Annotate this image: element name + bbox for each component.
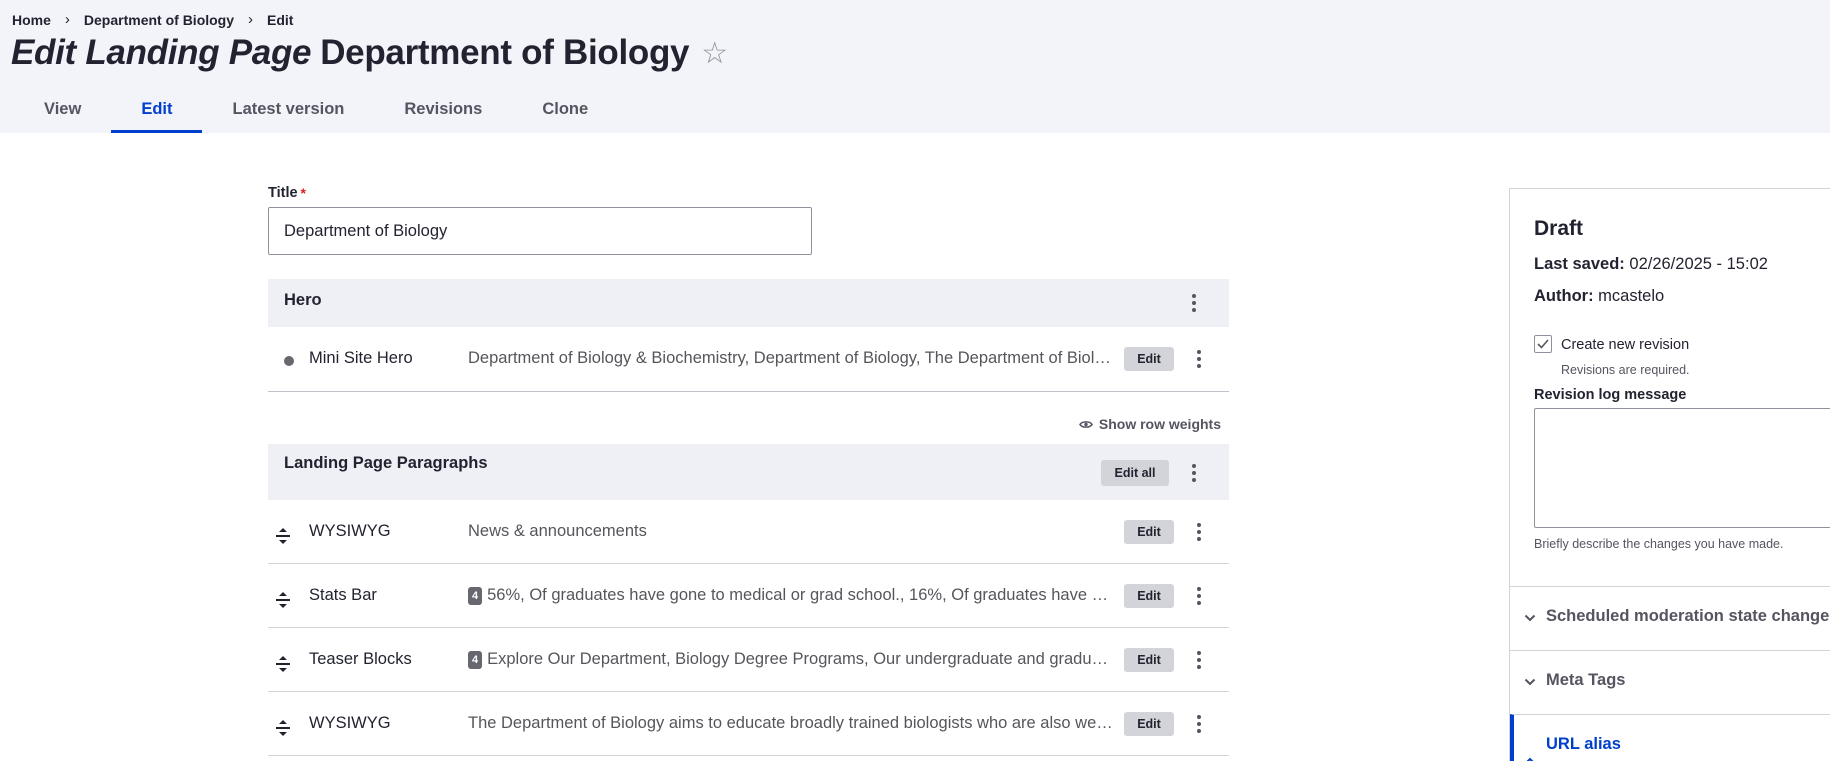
drag-handle-icon[interactable] <box>276 655 290 673</box>
tab-clone[interactable]: Clone <box>512 92 618 133</box>
paragraph-edit-button[interactable]: Edit <box>1124 347 1174 371</box>
moderation-status: Draft <box>1534 217 1584 240</box>
drag-handle-icon[interactable] <box>276 719 290 737</box>
accordion-label: Meta Tags <box>1546 671 1626 689</box>
accordion-scheduled-moderation[interactable]: Scheduled moderation state change <box>1510 586 1830 650</box>
accordion-label: URL alias <box>1546 735 1621 753</box>
breadcrumb-department[interactable]: Department of Biology <box>84 12 234 28</box>
chevron-right-icon: › <box>248 11 254 28</box>
page-title-action: Edit Landing Page <box>11 33 312 72</box>
landing-paragraphs-label: Landing Page Paragraphs <box>284 454 488 472</box>
revision-log-hint: Briefly describe the changes you have ma… <box>1534 537 1784 551</box>
create-revision-label: Create new revision <box>1561 337 1690 353</box>
paragraph-row: Teaser Blocks 4 Explore Our Department, B… <box>268 628 1229 692</box>
paragraph-row: Mini Site Hero Department of Biology & B… <box>268 327 1229 392</box>
paragraph-actions-kebab-icon[interactable] <box>1189 649 1209 671</box>
title-label-text: Title <box>268 185 298 201</box>
create-revision-checkbox[interactable] <box>1534 335 1552 353</box>
summary-text: The Department of Biology aims to educat… <box>468 714 1116 732</box>
breadcrumb: Home › Department of Biology › Edit <box>12 11 293 28</box>
paragraph-actions-kebab-icon[interactable] <box>1189 713 1209 735</box>
row-weights-bar: Show row weights <box>268 392 1229 444</box>
meta-sidebar: Draft Last saved: 02/26/2025 - 15:02 Aut… <box>1509 188 1830 761</box>
summary-text: Explore Our Department, Biology Degree P… <box>487 650 1116 668</box>
paragraph-type: WYSIWYG <box>309 522 391 540</box>
paragraph-summary: 4 56%, Of graduates have gone to medical … <box>468 586 1116 605</box>
paragraph-actions-kebab-icon[interactable] <box>1189 585 1209 607</box>
item-count-badge: 4 <box>468 650 483 669</box>
paragraph-actions-kebab-icon[interactable] <box>1189 348 1209 370</box>
accordion-label: Scheduled moderation state change <box>1546 607 1830 625</box>
breadcrumb-current: Edit <box>267 11 294 28</box>
paragraph-type: WYSIWYG <box>309 714 391 732</box>
show-row-weights-label: Show row weights <box>1098 416 1221 432</box>
chevron-right-icon: › <box>64 11 70 28</box>
summary-text: 56%, Of graduates have gone to medical o… <box>487 586 1116 604</box>
paragraph-row: WYSIWYG The Department of Biology aims t… <box>268 692 1229 756</box>
paragraph-row: WYSIWYG News & announcements Edit <box>268 500 1229 564</box>
accordion-meta-tags[interactable]: Meta Tags <box>1510 650 1830 714</box>
last-saved-value: 02/26/2025 - 15:02 <box>1629 255 1768 273</box>
paragraph-type: Mini Site Hero <box>309 349 413 367</box>
title-field-label: Title * <box>268 185 1229 201</box>
page-header: Home › Department of Biology › Edit Edit… <box>0 0 1830 133</box>
paragraph-row: Stats Bar 4 56%, Of graduates have gone t… <box>268 564 1229 628</box>
show-row-weights-button[interactable]: Show row weights <box>1078 416 1221 432</box>
drag-handle-icon[interactable] <box>276 591 290 609</box>
paragraph-type: Teaser Blocks <box>309 650 412 668</box>
paragraph-summary: 4 Explore Our Department, Biology Degree … <box>468 650 1116 669</box>
primary-tabs: View Edit Latest version Revisions Clone <box>14 92 618 133</box>
paragraph-summary: News & announcements <box>468 522 1116 541</box>
edit-all-button[interactable]: Edit all <box>1101 460 1169 486</box>
paragraph-edit-button[interactable]: Edit <box>1124 584 1174 608</box>
drag-handle-icon[interactable] <box>276 527 290 545</box>
paragraph-edit-button[interactable]: Edit <box>1124 712 1174 736</box>
page-title: Edit Landing Page Department of Biology … <box>11 33 728 73</box>
summary-text: Department of Biology & Biochemistry, De… <box>468 349 1116 367</box>
revision-log-label: Revision log message <box>1534 387 1687 403</box>
eye-icon <box>1078 420 1093 428</box>
title-input[interactable]: Department of Biology <box>268 207 812 255</box>
author-label: Author: <box>1534 287 1594 305</box>
revision-log-textarea[interactable] <box>1534 408 1830 528</box>
chevron-down-icon <box>1524 678 1536 686</box>
breadcrumb-home[interactable]: Home <box>12 12 51 28</box>
hero-section-header: Hero <box>268 279 1229 327</box>
hero-actions-kebab-icon[interactable] <box>1184 292 1204 314</box>
paragraph-edit-button[interactable]: Edit <box>1124 648 1174 672</box>
summary-text: News & announcements <box>468 522 647 540</box>
paragraph-summary: Department of Biology & Biochemistry, De… <box>468 349 1116 368</box>
author-value: mcastelo <box>1598 287 1665 305</box>
star-icon[interactable]: ☆ <box>701 36 728 71</box>
last-saved-label: Last saved: <box>1534 255 1625 273</box>
page-title-node: Department of Biology <box>320 33 690 72</box>
tab-latest-version[interactable]: Latest version <box>202 92 374 133</box>
paragraph-edit-button[interactable]: Edit <box>1124 520 1174 544</box>
author: Author: mcastelo <box>1534 287 1664 306</box>
tab-view[interactable]: View <box>14 92 111 133</box>
paragraph-type: Stats Bar <box>309 586 377 604</box>
required-marker: * <box>300 185 306 201</box>
landing-actions-kebab-icon[interactable] <box>1184 462 1204 484</box>
accordion-url-alias[interactable]: URL alias <box>1510 714 1830 761</box>
paragraph-summary: The Department of Biology aims to educat… <box>468 714 1116 733</box>
last-saved: Last saved: 02/26/2025 - 15:02 <box>1534 255 1768 274</box>
item-count-badge: 4 <box>468 586 483 605</box>
node-edit-form: Title * Department of Biology Hero Mini … <box>268 185 1229 756</box>
checkmark-icon <box>1537 339 1549 349</box>
tab-edit[interactable]: Edit <box>111 92 203 133</box>
landing-paragraphs-header: Landing Page Paragraphs Edit all <box>268 444 1229 500</box>
hero-section-label: Hero <box>284 291 322 309</box>
revisions-required-text: Revisions are required. <box>1561 363 1690 377</box>
paragraph-actions-kebab-icon[interactable] <box>1189 521 1209 543</box>
tab-revisions[interactable]: Revisions <box>374 92 512 133</box>
bullet-icon <box>284 356 294 366</box>
chevron-up-icon <box>1526 757 1534 761</box>
chevron-down-icon <box>1524 614 1536 622</box>
